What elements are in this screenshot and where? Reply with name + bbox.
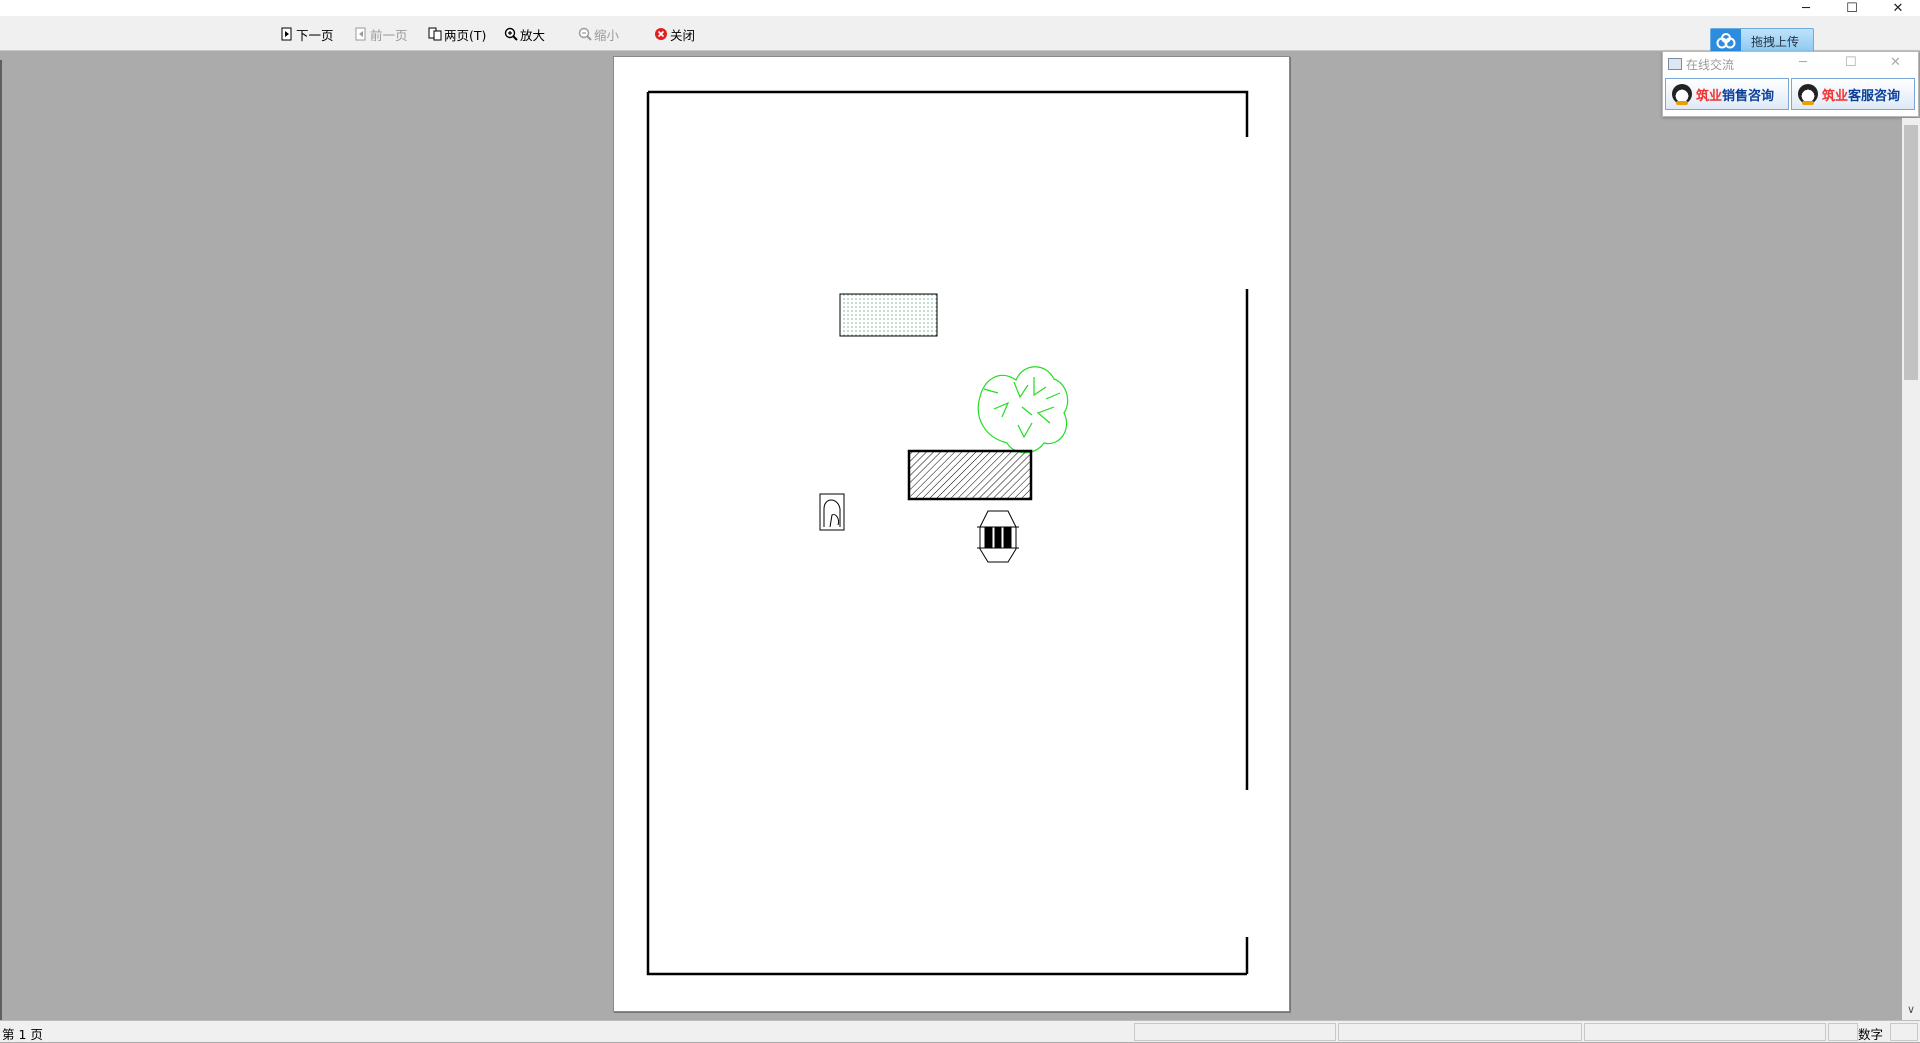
- left-border: [0, 60, 2, 1020]
- fixture-symbol: [819, 493, 845, 531]
- cad-drawing: [646, 90, 1249, 976]
- chat-close-button[interactable]: ✕: [1890, 55, 1901, 70]
- close-circle-icon: [655, 28, 667, 40]
- hatched-block: [907, 449, 1033, 501]
- minimize-button[interactable]: ─: [1786, 0, 1826, 16]
- chat-title: 在线交流: [1686, 58, 1735, 72]
- zoom-out-button[interactable]: 缩小: [578, 24, 619, 44]
- prev-page-button[interactable]: 前一页: [354, 24, 408, 44]
- status-pane: [1338, 1023, 1582, 1041]
- column-symbol: [977, 510, 1019, 563]
- status-pane: [1584, 1023, 1826, 1041]
- close-window-button[interactable]: ✕: [1878, 0, 1918, 16]
- status-pane: [1890, 1023, 1918, 1041]
- scrollbar-thumb[interactable]: [1904, 125, 1918, 380]
- dotted-area: [839, 293, 938, 337]
- prev-page-icon: [355, 27, 366, 41]
- window-icon: [1668, 58, 1682, 70]
- qq-penguin-icon: [1798, 84, 1818, 105]
- qq-penguin-icon: [1672, 84, 1692, 105]
- close-icon: ✕: [1892, 0, 1904, 16]
- num-lock-indicator: 数字: [1858, 1027, 1884, 1042]
- zoom-out-icon: [578, 27, 592, 41]
- chat-maximize-button[interactable]: ☐: [1845, 55, 1857, 70]
- drawing-frame: [646, 90, 1249, 976]
- status-pane: [1828, 1023, 1858, 1041]
- title-bar: ─ ☐ ✕: [0, 0, 1920, 16]
- maximize-button[interactable]: ☐: [1832, 0, 1872, 16]
- chat-panel-header: 在线交流 ─ ☐ ✕: [1663, 52, 1918, 74]
- two-pages-button[interactable]: 两页(T): [428, 24, 486, 44]
- close-preview-button[interactable]: 关闭: [654, 24, 695, 44]
- tree-symbol: [977, 366, 1069, 454]
- scroll-down-arrow-icon[interactable]: ∨: [1902, 1000, 1920, 1020]
- preview-page: [613, 56, 1290, 1012]
- online-chat-panel: 在线交流 ─ ☐ ✕ 筑业 销售咨询 筑业 客服咨询: [1662, 51, 1919, 117]
- status-pane: [1134, 1023, 1336, 1041]
- next-page-icon: [281, 27, 292, 41]
- print-preview-toolbar: 下一页 前一页 两页(T) 放大 缩小 关闭: [0, 16, 1920, 51]
- zoom-in-icon: [504, 27, 518, 41]
- minimize-icon: ─: [1802, 0, 1810, 16]
- cloud-upload-icon: [1711, 29, 1741, 53]
- upload-label: 拖拽上传: [1751, 34, 1800, 49]
- chat-minimize-button[interactable]: ─: [1799, 55, 1807, 70]
- next-page-button[interactable]: 下一页: [280, 24, 334, 44]
- page-indicator: 第 1 页: [2, 1027, 43, 1042]
- maximize-icon: ☐: [1846, 0, 1858, 16]
- zoom-in-button[interactable]: 放大: [504, 24, 545, 44]
- service-consult-button[interactable]: 筑业 客服咨询: [1791, 78, 1915, 110]
- sales-consult-button[interactable]: 筑业 销售咨询: [1665, 78, 1789, 110]
- two-pages-icon: [428, 27, 442, 41]
- status-bar: 第 1 页 数字: [0, 1020, 1920, 1042]
